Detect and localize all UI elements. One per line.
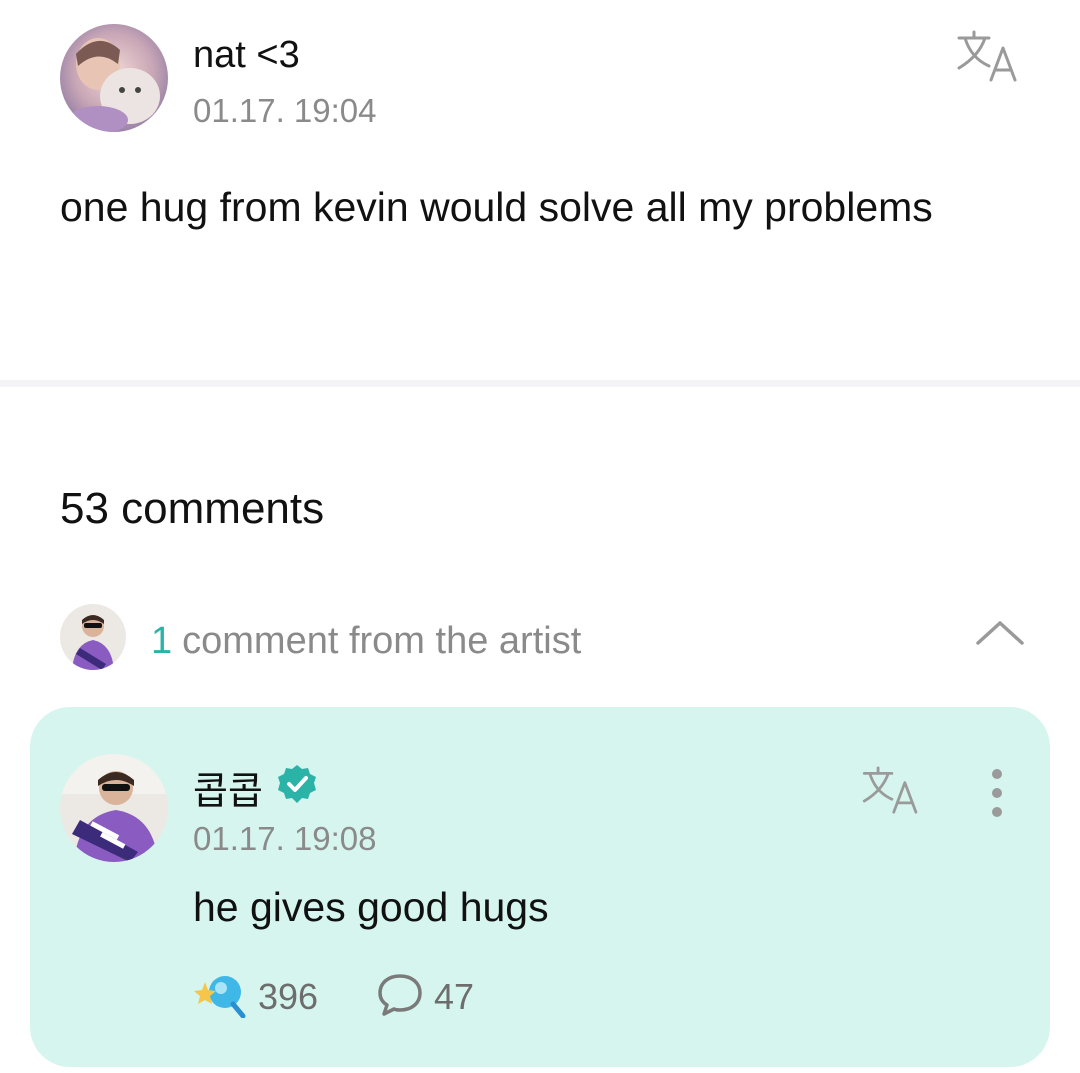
translate-icon[interactable] [955,30,1021,82]
post-body-text: one hug from kevin would solve all my pr… [60,184,933,230]
post-timestamp: 01.17. 19:04 [193,92,377,129]
post-detail-page: nat <3 01.17. 19:04 one hug from kevin w… [0,0,1080,1073]
section-divider [0,380,1080,387]
artist-mini-avatar [60,604,126,670]
post-author-name[interactable]: nat <3 [193,34,300,77]
artist-comment-summary[interactable]: 1 comment from the artist [151,620,581,663]
comments-count-heading: 53 comments [60,484,325,533]
reply-bubble-icon[interactable] [376,972,424,1018]
artist-name[interactable]: 콥콥 [193,760,263,815]
chevron-up-icon[interactable] [974,617,1026,649]
post-author-avatar[interactable] [60,24,168,132]
artist-avatar[interactable] [60,754,168,862]
reaction-count: 396 [258,976,319,1017]
artist-comment-timestamp: 01.17. 19:08 [193,820,377,857]
verified-badge-icon [276,763,318,805]
artist-comment-summary-label: comment from the artist [182,620,582,662]
artist-comment-count: 1 [151,620,173,662]
more-options-icon[interactable] [984,768,1010,818]
reply-count: 47 [434,976,475,1017]
translate-icon[interactable] [860,766,922,814]
artist-comment-body: he gives good hugs [193,884,549,930]
reaction-icon[interactable] [193,972,247,1019]
